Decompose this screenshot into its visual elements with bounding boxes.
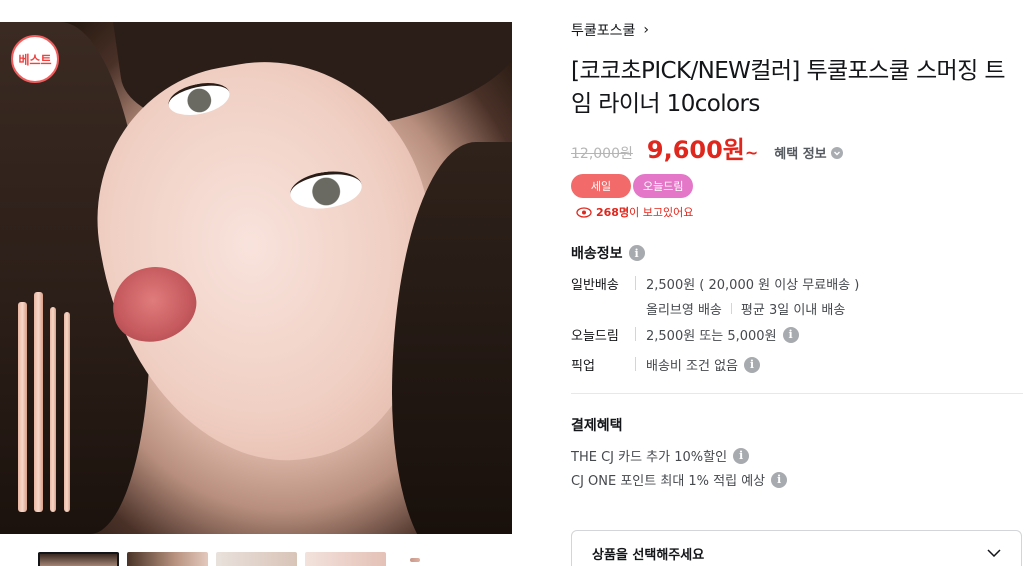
payment-title: 결제혜택 [571, 418, 623, 434]
shipping-row-general: 일반배송 2,500원 ( 20,000 원 이상 무료배송 ) 올리브영 배송… [571, 274, 859, 318]
thumbnail-item-selected[interactable] [38, 552, 119, 566]
info-icon[interactable]: i [733, 447, 750, 464]
divider [730, 303, 732, 314]
divider [635, 276, 636, 290]
brand-link[interactable]: 투쿨포스쿨 › [571, 20, 649, 40]
option-select-dropdown[interactable]: 상품을 선택해주세요 [571, 530, 1022, 566]
payment-benefit-row: THE CJ 카드 추가 10%할인 i [571, 446, 750, 465]
shipping-pickup-value: 배송비 조건 없음 [646, 359, 738, 374]
shipping-today-value: 2,500원 또는 5,000원 [646, 329, 777, 344]
shipping-general-value: 2,500원 ( 20,000 원 이상 무료배송 ) [646, 278, 860, 293]
image-liner-pencil [34, 292, 43, 512]
shipping-section-title: 배송정보 i [571, 243, 645, 263]
shipping-general-label: 일반배송 [571, 278, 619, 293]
thumbnail-list [38, 552, 434, 566]
shipping-today-label: 오늘드림 [571, 329, 619, 344]
viewing-text: 이 보고있어요 [629, 206, 694, 219]
divider [635, 357, 636, 371]
shipping-general-sub: 올리브영 배송 평균 3일 이내 배송 [646, 299, 859, 318]
viewing-count: 268명이 보고있어요 [576, 204, 693, 220]
divider [635, 327, 636, 341]
shipping-pickup-line: 배송비 조건 없음 i [646, 355, 760, 374]
image-liner-pencil [64, 312, 70, 512]
payment-benefit-1: THE CJ 카드 추가 10%할인 [571, 450, 728, 465]
product-main-image[interactable] [0, 22, 512, 534]
shipping-row-today: 오늘드림 2,500원 또는 5,000원 i [571, 325, 799, 344]
thumbnail-item[interactable] [216, 552, 297, 566]
sale-price: 9,600원 [646, 136, 745, 164]
shipping-general-sub-2: 평균 3일 이내 배송 [740, 303, 846, 318]
benefit-info-button[interactable]: 혜택 정보 [774, 143, 843, 162]
product-tags: 세일 오늘드림 [571, 174, 694, 198]
image-liner-pencil [50, 307, 56, 512]
today-dream-tag: 오늘드림 [633, 174, 694, 198]
payment-benefit-row: CJ ONE 포인트 최대 1% 적립 예상 i [571, 470, 788, 489]
info-icon[interactable]: i [628, 245, 645, 261]
shipping-row-pickup: 픽업 배송비 조건 없음 i [571, 355, 760, 374]
chevron-right-icon: › [643, 22, 650, 38]
shipping-title: 배송정보 [571, 246, 623, 262]
brand-name: 투쿨포스쿨 [571, 23, 636, 39]
chevron-down-circle-icon [830, 146, 843, 159]
info-icon[interactable]: i [782, 326, 799, 343]
product-title: [코코초PICK/NEW컬러] 투쿨포스쿨 스머징 트임 라이너 10color… [571, 58, 1006, 117]
benefit-info-label: 혜택 정보 [774, 147, 827, 162]
thumbnail-item[interactable] [305, 552, 386, 566]
price-row: 12,000원 9,600원 ~ 혜택 정보 [571, 130, 843, 165]
chevron-down-icon [987, 549, 1001, 557]
section-divider [571, 393, 1023, 394]
option-select-placeholder: 상품을 선택해주세요 [592, 547, 705, 563]
info-icon[interactable]: i [771, 471, 788, 488]
info-icon[interactable]: i [744, 356, 760, 373]
image-liner-pencil [18, 302, 27, 512]
shipping-pickup-label: 픽업 [571, 359, 595, 374]
viewing-number: 268명 [596, 206, 630, 219]
shipping-today-line: 2,500원 또는 5,000원 i [646, 325, 799, 344]
thumbnail-item[interactable] [127, 552, 208, 566]
payment-benefit-2: CJ ONE 포인트 최대 1% 적립 예상 [571, 474, 766, 489]
eye-icon [576, 206, 592, 218]
payment-section-title: 결제혜택 [571, 415, 623, 435]
best-badge: 베스트 [11, 35, 59, 83]
original-price: 12,000원 [571, 146, 633, 162]
sale-price-suffix: ~ [744, 143, 759, 162]
thumbnail-item[interactable] [394, 552, 434, 566]
sale-tag: 세일 [571, 174, 631, 198]
shipping-general-sub-1: 올리브영 배송 [646, 303, 722, 318]
